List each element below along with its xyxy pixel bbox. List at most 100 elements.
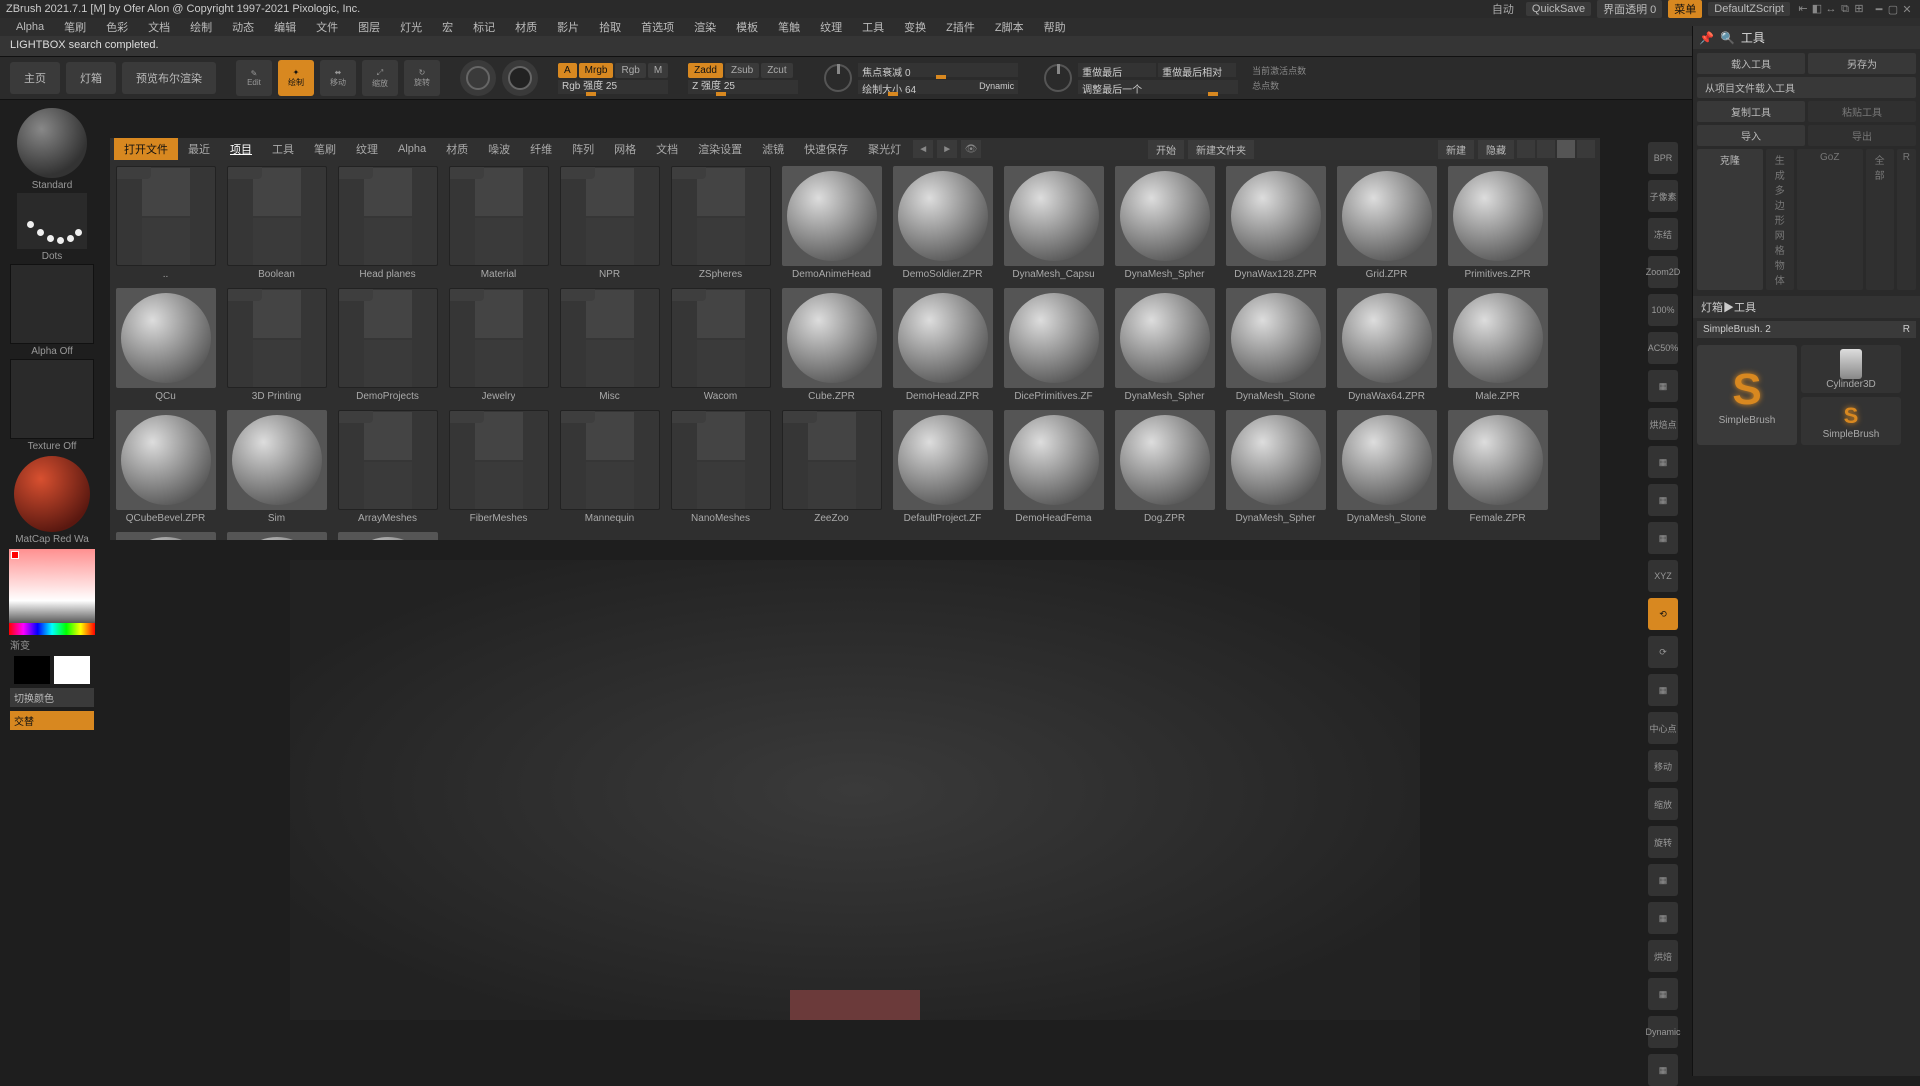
lb-tab-project[interactable]: 项目	[220, 138, 262, 160]
redo-last-button[interactable]: 重做最后	[1078, 63, 1156, 77]
lightbox-item[interactable]: DynaMesh_Capsu	[1002, 166, 1105, 280]
menu-item[interactable]: 工具	[852, 17, 894, 37]
lightbox-item[interactable]: DemoProjects	[336, 288, 439, 402]
menu-item[interactable]: 首选项	[631, 17, 684, 37]
shelf-icon-1[interactable]: 子像素	[1648, 180, 1678, 212]
zadd-chip[interactable]: Zadd	[688, 63, 723, 78]
lb-start-button[interactable]: 开始	[1148, 140, 1184, 159]
menu-item[interactable]: 动态	[222, 17, 264, 37]
lightbox-item[interactable]: PolySphere.ZPR	[114, 532, 217, 540]
lightbox-item[interactable]: DemoHead.ZPR	[891, 288, 994, 402]
zsub-chip[interactable]: Zsub	[725, 63, 759, 78]
shelf-icon-24[interactable]: ▦	[1648, 1054, 1678, 1086]
menu-item[interactable]: 笔刷	[54, 17, 96, 37]
menu-item[interactable]: 材质	[505, 17, 547, 37]
menu-item[interactable]: 拾取	[589, 17, 631, 37]
lightbox-item[interactable]: Material	[447, 166, 550, 280]
shelf-icon-11[interactable]: XYZ	[1648, 560, 1678, 592]
shelf-icon-7[interactable]: 烘焙点	[1648, 408, 1678, 440]
lightbox-item[interactable]: NanoMeshes	[669, 410, 772, 524]
menu-item[interactable]: 编辑	[264, 17, 306, 37]
lightbox-item[interactable]: Female.ZPR	[1446, 410, 1549, 524]
lb-tab-recent[interactable]: 最近	[178, 138, 220, 160]
shelf-icon-13[interactable]: ⟳	[1648, 636, 1678, 668]
sculptris-toggle[interactable]	[460, 60, 496, 96]
secondary-color-swatch[interactable]	[54, 656, 90, 684]
lb-view1-icon[interactable]	[1517, 140, 1535, 158]
all-button[interactable]: 全部	[1866, 149, 1894, 290]
copy-tool-button[interactable]: 复制工具	[1697, 101, 1805, 122]
s-dial-icon[interactable]	[824, 64, 852, 92]
menu-item[interactable]: Alpha	[6, 19, 54, 35]
menu-item[interactable]: 文件	[306, 17, 348, 37]
clone-button[interactable]: 克隆	[1697, 149, 1763, 290]
lightbox-item[interactable]: Male.ZPR	[1446, 288, 1549, 402]
menu-button[interactable]: 菜单	[1668, 0, 1702, 18]
lb-view4-icon[interactable]	[1577, 140, 1595, 158]
load-from-project-button[interactable]: 从项目文件载入工具	[1697, 77, 1916, 98]
lightbox-item[interactable]: Primitives.ZPR	[1446, 166, 1549, 280]
section-lightbox-tool[interactable]: 灯箱▶工具	[1693, 296, 1920, 318]
lightbox-item[interactable]: ArrayMeshes	[336, 410, 439, 524]
alpha-slot[interactable]	[10, 264, 94, 344]
lb-tab-fiber[interactable]: 纤维	[520, 138, 562, 160]
lightbox-item[interactable]: NPR	[558, 166, 661, 280]
lightbox-item[interactable]: ZSpheres	[669, 166, 772, 280]
export-button[interactable]: 导出	[1808, 125, 1916, 146]
menu-item[interactable]: 图层	[348, 17, 390, 37]
stroke-preview[interactable]	[17, 193, 87, 249]
lb-prev-icon[interactable]: ◄	[913, 140, 933, 158]
shelf-icon-20[interactable]: ▦	[1648, 902, 1678, 934]
shelf-icon-22[interactable]: ▦	[1648, 978, 1678, 1010]
menu-item[interactable]: 绘制	[180, 17, 222, 37]
rgb-chip[interactable]: Rgb	[615, 63, 645, 78]
tool-slot-3[interactable]: S SimpleBrush	[1801, 397, 1901, 445]
lightbox-item[interactable]: FiberMeshes	[447, 410, 550, 524]
paste-tool-button[interactable]: 粘贴工具	[1808, 101, 1916, 122]
menu-item[interactable]: Z脚本	[985, 17, 1034, 37]
lightbox-item[interactable]: Wacom	[669, 288, 772, 402]
lightbox-item[interactable]: DynaMesh_Spher	[1113, 288, 1216, 402]
lightbox-item[interactable]: DynaMesh_Stone	[1224, 288, 1327, 402]
menu-item[interactable]: 文档	[138, 17, 180, 37]
lightbox-item[interactable]: DynaMesh_Spher	[1113, 166, 1216, 280]
shelf-icon-12[interactable]: ⟲	[1648, 598, 1678, 630]
lightbox-item[interactable]: DemoSoldier.ZPR	[891, 166, 994, 280]
menu-item[interactable]: 模板	[726, 17, 768, 37]
lightbox-item[interactable]: Grid.ZPR	[1335, 166, 1438, 280]
lightbox-item[interactable]: QCubeBevel.ZPR	[114, 410, 217, 524]
lightbox-item[interactable]: DemoHeadFema	[1002, 410, 1105, 524]
d-dial-icon[interactable]	[1044, 64, 1072, 92]
move-mode-button[interactable]: ⬌移动	[320, 60, 356, 96]
lb-tab-grid[interactable]: 网格	[604, 138, 646, 160]
lb-new-folder-button[interactable]: 新建文件夹	[1188, 140, 1254, 159]
brush-preview[interactable]	[17, 108, 87, 178]
import-button[interactable]: 导入	[1697, 125, 1805, 146]
switch-color-button[interactable]: 切换颜色	[10, 688, 94, 707]
lb-tab-render[interactable]: 渲染设置	[688, 138, 752, 160]
menu-item[interactable]: 影片	[547, 17, 589, 37]
lightbox-item[interactable]: Misc	[558, 288, 661, 402]
make-polymesh-button[interactable]: 生成 多边形网格物体	[1766, 149, 1794, 290]
adjust-last-slider[interactable]: 调整最后一个	[1078, 80, 1238, 94]
shelf-icon-10[interactable]: ▦	[1648, 522, 1678, 554]
menu-item[interactable]: 帮助	[1034, 17, 1076, 37]
menu-item[interactable]: 纹理	[810, 17, 852, 37]
r-button[interactable]: R	[1897, 149, 1916, 290]
lb-tab-filter[interactable]: 滤镜	[752, 138, 794, 160]
shelf-icon-19[interactable]: ▦	[1648, 864, 1678, 896]
lb-tab-noise[interactable]: 噪波	[478, 138, 520, 160]
lightbox-item[interactable]: DemoAnimeHead	[780, 166, 883, 280]
lightbox-item[interactable]: Head planes	[336, 166, 439, 280]
alternate-button[interactable]: 交替	[10, 711, 94, 730]
lb-view2-icon[interactable]	[1537, 140, 1555, 158]
lightbox-item[interactable]: ZeeZoo	[780, 410, 883, 524]
material-preview[interactable]	[14, 456, 90, 532]
color-picker[interactable]	[9, 549, 95, 635]
window-controls[interactable]: ━▢✕	[1872, 3, 1914, 16]
lightbox-item[interactable]: Boolean	[225, 166, 328, 280]
shelf-icon-3[interactable]: Zoom2D	[1648, 256, 1678, 288]
shelf-icon-23[interactable]: Dynamic	[1648, 1016, 1678, 1048]
lightbox-button[interactable]: 灯箱	[66, 62, 116, 94]
menu-item[interactable]: 灯光	[390, 17, 432, 37]
